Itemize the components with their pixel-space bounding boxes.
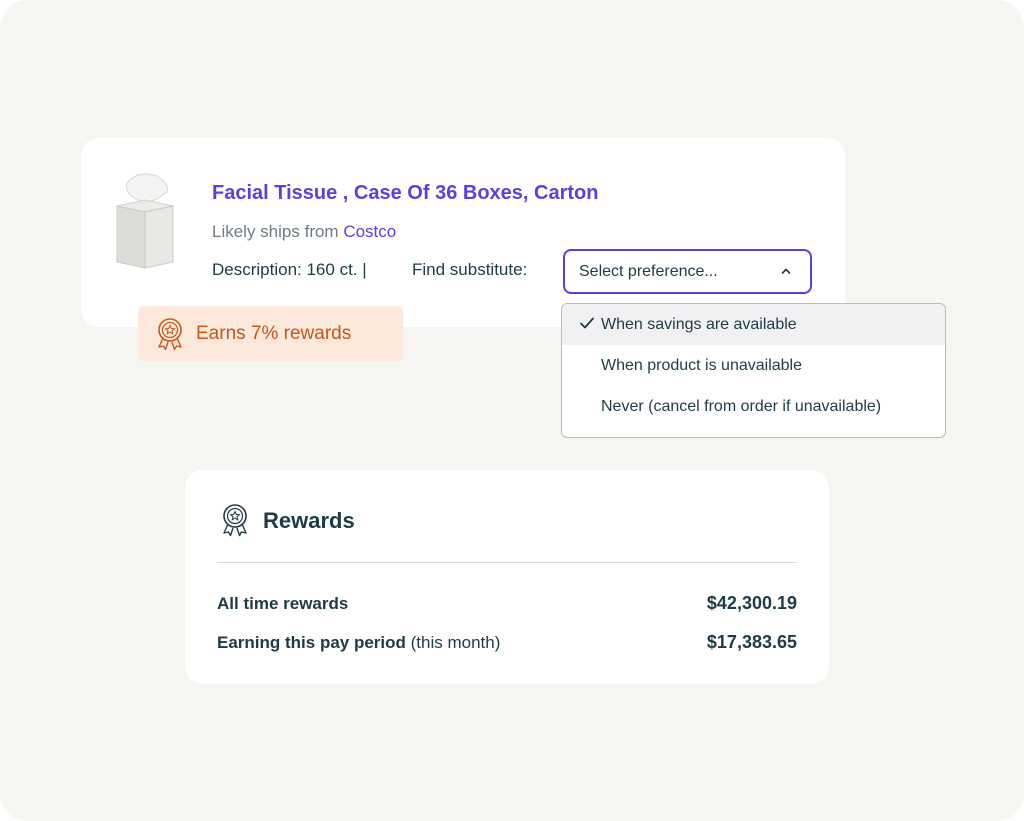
menu-item-never[interactable]: Never (cancel from order if unavailable) (562, 386, 945, 427)
all-time-rewards-label: All time rewards (217, 594, 348, 614)
select-placeholder: Select preference... (579, 262, 718, 280)
product-description: Description: 160 ct. | (212, 260, 367, 279)
pay-period-rewards-label: Earning this pay period (this month) (217, 633, 500, 653)
rewards-title: Rewards (263, 508, 355, 533)
product-title[interactable]: Facial Tissue , Case Of 36 Boxes, Carton (212, 182, 598, 205)
ships-from-label: Likely ships from (212, 222, 344, 241)
chevron-up-icon (781, 268, 791, 274)
row-label-text: Earning this pay period (217, 633, 406, 652)
row-label-text: All time rewards (217, 594, 349, 613)
award-ribbon-icon (223, 504, 247, 537)
pay-period-rewards-value: $17,383.65 (706, 632, 797, 652)
substitute-preference-select[interactable]: Select preference... (563, 249, 812, 294)
menu-item-label: Never (cancel from order if unavailable) (601, 397, 882, 415)
menu-item-label: When savings are available (601, 315, 797, 333)
menu-item-label: When product is unavailable (601, 356, 803, 374)
substitute-preference-menu: When savings are available When product … (561, 303, 946, 438)
find-substitute-label: Find substitute: (412, 260, 528, 279)
all-time-rewards-value: $42,300.19 (706, 593, 797, 613)
earns-rewards-badge: Earns 7% rewards (138, 306, 403, 361)
award-ribbon-icon (158, 317, 182, 350)
product-card: Facial Tissue , Case Of 36 Boxes, Carton… (81, 138, 845, 327)
row-label-subtext: (this month) (405, 633, 501, 652)
divider (217, 562, 797, 563)
menu-item-savings-available[interactable]: When savings are available (562, 304, 945, 345)
tissue-box-image (116, 173, 174, 269)
earns-rewards-text: Earns 7% rewards (196, 322, 352, 344)
page-background: Facial Tissue , Case Of 36 Boxes, Carton… (0, 0, 1024, 821)
vendor-link[interactable]: Costco (343, 222, 396, 241)
menu-item-product-unavailable[interactable]: When product is unavailable (562, 345, 945, 386)
ships-from-line: Likely ships from Costco (212, 222, 396, 242)
rewards-card: Rewards All time rewards $42,300.19 Earn… (185, 470, 829, 684)
checkmark-icon (580, 317, 594, 329)
